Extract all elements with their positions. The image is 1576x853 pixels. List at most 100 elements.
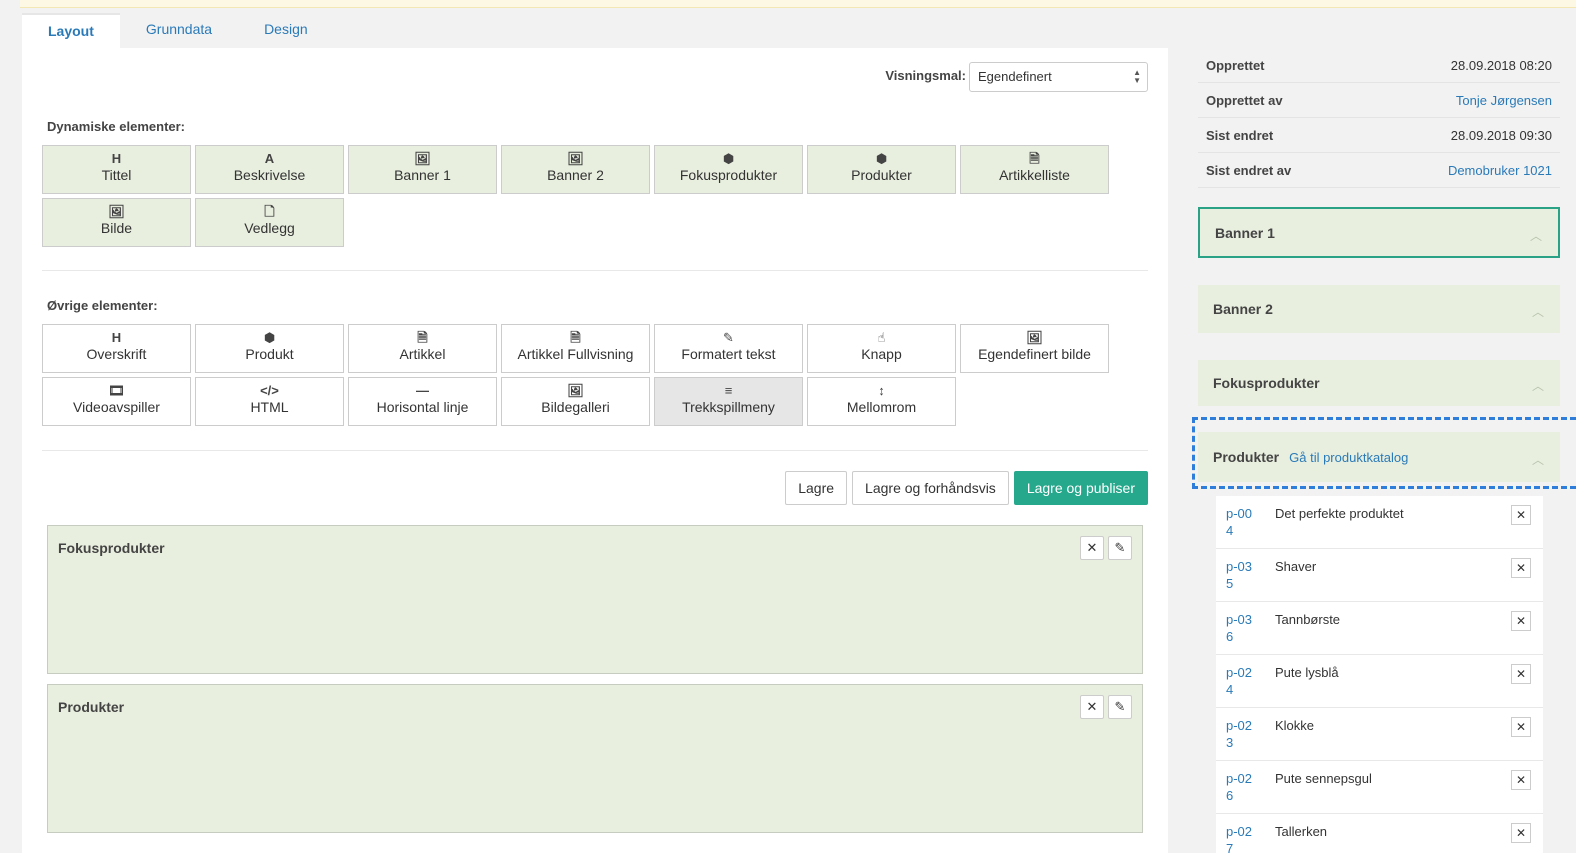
product-id-link[interactable]: p-035: [1226, 558, 1256, 592]
tile-label: Videoavspiller: [73, 399, 160, 415]
product-name: Det perfekte produktet: [1275, 506, 1404, 521]
product-name: Klokke: [1275, 718, 1315, 733]
element-tile-banner-1[interactable]: 🖼 Banner 1: [348, 145, 497, 194]
user-link[interactable]: Demobruker 1021: [1448, 163, 1552, 178]
element-tile-banner-2[interactable]: 🖼 Banner 2: [501, 145, 650, 194]
element-tile-produkt[interactable]: ⬢ Produkt: [195, 324, 344, 373]
meta-row-sist-endret-av: Sist endret av Demobruker 1021: [1198, 153, 1560, 188]
document-icon: 🗎: [1029, 151, 1040, 166]
image-icon: 🖼: [414, 151, 431, 166]
element-tile-artikkel[interactable]: 🗎 Artikkel: [348, 324, 497, 373]
element-tile-tittel[interactable]: H Tittel: [42, 145, 191, 194]
tile-label: Tittel: [101, 167, 132, 183]
list-item: p-026 Pute sennepsgul ✕: [1216, 761, 1543, 814]
element-tile-beskrivelse[interactable]: A Beskrivelse: [195, 145, 344, 194]
tile-label: Banner 1: [394, 167, 451, 183]
visningsmal-select[interactable]: Egendefinert ▲ ▼: [969, 62, 1148, 92]
tile-label: Beskrivelse: [233, 167, 306, 183]
element-tile-artikkel-fullvisning[interactable]: 🗎 Artikkel Fullvisning: [501, 324, 650, 373]
element-tile-videoavspiller[interactable]: 🎞 Videoavspiller: [42, 377, 191, 426]
list-item: p-035 Shaver ✕: [1216, 549, 1543, 602]
element-tile-vedlegg[interactable]: 🗋 Vedlegg: [195, 198, 344, 247]
meta-key: Sist endret av: [1206, 162, 1292, 178]
heading-icon: H: [111, 151, 122, 166]
block-title: Produkter: [58, 699, 125, 715]
remove-icon[interactable]: ✕: [1511, 717, 1531, 737]
element-tile-fokusprodukter[interactable]: ⬢ Fokusprodukter: [654, 145, 803, 194]
product-id-link[interactable]: p-004: [1226, 505, 1256, 539]
element-tile-produkter[interactable]: ⬢ Produkter: [807, 145, 956, 194]
tile-label: Overskrift: [86, 346, 147, 362]
product-name: Tannbørste: [1275, 612, 1341, 627]
element-tile-bildegalleri[interactable]: 🖼 Bildegalleri: [501, 377, 650, 426]
save-button[interactable]: Lagre: [785, 471, 848, 505]
document-icon: 🗎: [570, 330, 581, 345]
hand-pointer-icon: ☝: [877, 330, 886, 345]
pencil-icon[interactable]: ✎: [1108, 536, 1132, 560]
tab-layout[interactable]: Layout: [22, 13, 120, 48]
element-tile-html[interactable]: </> HTML: [195, 377, 344, 426]
close-icon[interactable]: ✕: [1080, 695, 1104, 719]
remove-icon[interactable]: ✕: [1511, 505, 1531, 525]
image-icon: 🖼: [108, 204, 125, 219]
tile-label: Produkt: [245, 346, 294, 362]
save-preview-button[interactable]: Lagre og forhåndsvis: [852, 471, 1009, 505]
meta-sidebar: Opprettet 28.09.2018 08:20 Opprettet av To…: [1198, 48, 1560, 188]
product-id-link[interactable]: p-024: [1226, 664, 1256, 698]
product-id-link[interactable]: p-036: [1226, 611, 1256, 645]
meta-row-opprettet: Opprettet 28.09.2018 08:20: [1198, 48, 1560, 83]
tile-label: Produkter: [851, 167, 912, 183]
tile-label: Vedlegg: [244, 220, 295, 236]
list-item: p-027 Tallerken ✕: [1216, 814, 1543, 853]
layout-block-fokusprodukter[interactable]: Fokusprodukter ✕ ✎: [47, 525, 1143, 674]
save-publish-button[interactable]: Lagre og publiser: [1013, 471, 1148, 505]
element-tile-formatert-tekst[interactable]: ✎ Formatert tekst: [654, 324, 803, 373]
element-tile-artikkelliste[interactable]: 🗎 Artikkelliste: [960, 145, 1109, 194]
meta-key: Opprettet av: [1206, 92, 1283, 108]
tile-label: Mellomrom: [846, 399, 917, 415]
panel-fokusprodukter[interactable]: Fokusprodukter ︿: [1198, 360, 1560, 406]
meta-value: 28.09.2018 08:20: [1450, 57, 1552, 73]
image-icon: 🖼: [567, 151, 584, 166]
remove-icon[interactable]: ✕: [1511, 823, 1531, 843]
element-tile-trekkspillmeny[interactable]: ≡ Trekkspillmeny: [654, 377, 803, 426]
element-tile-knapp[interactable]: ☝ Knapp: [807, 324, 956, 373]
meta-key: Opprettet: [1206, 57, 1265, 73]
visningsmal-label: Visningsmal:: [885, 68, 966, 83]
product-id-link[interactable]: p-023: [1226, 717, 1256, 751]
vertical-arrows-icon: ↕: [878, 383, 885, 398]
product-id-link[interactable]: p-027: [1226, 823, 1256, 853]
panel-banner-1[interactable]: Banner 1 ︿: [1198, 207, 1560, 258]
tile-label: Bildegalleri: [541, 399, 610, 415]
element-tile-horisontal-linje[interactable]: — Horisontal linje: [348, 377, 497, 426]
video-file-icon: 🎞: [108, 383, 125, 398]
tab-grunndata[interactable]: Grunndata: [120, 13, 238, 48]
element-tile-bilde[interactable]: 🖼 Bilde: [42, 198, 191, 247]
meta-value: 28.09.2018 09:30: [1450, 127, 1552, 143]
product-id-link[interactable]: p-026: [1226, 770, 1256, 804]
other-elements-label: Øvrige elementer:: [47, 298, 158, 313]
block-title: Fokusprodukter: [58, 540, 165, 556]
element-tile-egendefinert-bilde[interactable]: 🖼 Egendefinert bilde: [960, 324, 1109, 373]
remove-icon[interactable]: ✕: [1511, 664, 1531, 684]
dynamic-elements-label: Dynamiske elementer:: [47, 119, 186, 134]
product-list: p-004 Det perfekte produktet ✕ p-035 Shaver…: [1216, 496, 1543, 853]
panel-banner-2[interactable]: Banner 2 ︿: [1198, 285, 1560, 333]
tab-design[interactable]: Design: [238, 13, 334, 48]
layout-editor: Visningsmal: Egendefinert ▲ ▼ Dynamiske e…: [22, 48, 1168, 853]
remove-icon[interactable]: ✕: [1511, 558, 1531, 578]
user-link[interactable]: Tonje Jørgensen: [1456, 93, 1552, 108]
chevron-up-icon: ︿: [1531, 379, 1544, 393]
element-tile-overskrift[interactable]: H Overskrift: [42, 324, 191, 373]
remove-icon[interactable]: ✕: [1511, 770, 1531, 790]
pencil-icon[interactable]: ✎: [1108, 695, 1132, 719]
element-tile-mellomrom[interactable]: ↕ Mellomrom: [807, 377, 956, 426]
file-icon: 🗋: [264, 204, 275, 219]
layout-block-produkter[interactable]: Produkter ✕ ✎: [47, 684, 1143, 833]
remove-icon[interactable]: ✕: [1511, 611, 1531, 631]
close-icon[interactable]: ✕: [1080, 536, 1104, 560]
divider: [42, 270, 1148, 271]
tile-label: HTML: [250, 399, 289, 415]
meta-row-sist-endret: Sist endret 28.09.2018 09:30: [1198, 118, 1560, 153]
tile-label: Horisontal linje: [376, 399, 469, 415]
